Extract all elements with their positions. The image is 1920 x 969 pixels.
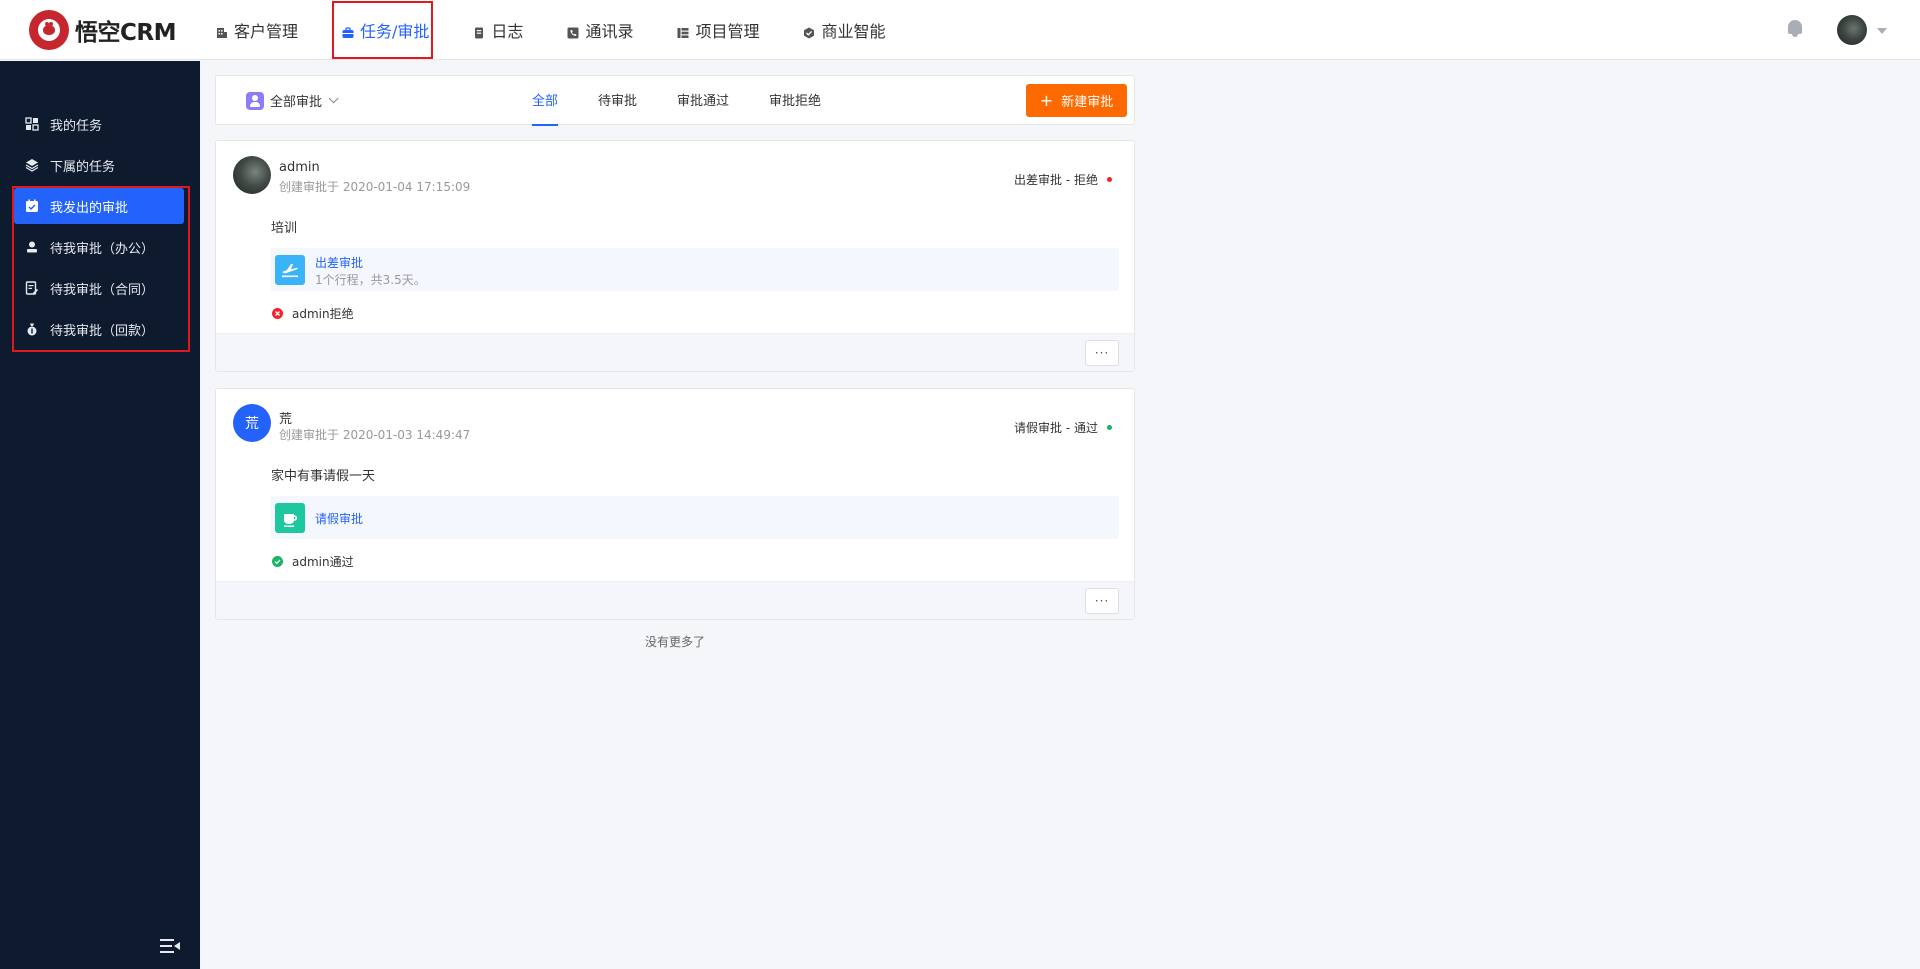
collapse-sidebar-icon[interactable] bbox=[160, 939, 180, 953]
related-title-link[interactable]: 请假审批 bbox=[315, 510, 363, 527]
bell-icon[interactable] bbox=[1787, 20, 1803, 38]
bi-icon bbox=[803, 24, 815, 39]
nav-label: 项目管理 bbox=[695, 22, 760, 41]
related-subtitle: 1个行程，共3.5天。 bbox=[315, 273, 426, 287]
building-icon bbox=[216, 24, 228, 38]
related-approval-item[interactable]: 出差审批 1个行程，共3.5天。 bbox=[271, 248, 1119, 291]
nav-label: 商业智能 bbox=[821, 22, 886, 41]
project-icon bbox=[677, 24, 689, 38]
approval-content: 培训 bbox=[271, 221, 298, 236]
top-navbar: 悟空CRM 客户管理 任务/审批 日志 通讯录 项目管理 商业智能 bbox=[0, 0, 1920, 60]
grid-icon bbox=[25, 117, 39, 131]
nav-item-bi[interactable]: 商业智能 bbox=[799, 0, 889, 60]
sidebar-item-pending-payment[interactable]: 待我审批（回款） bbox=[14, 311, 184, 347]
sidebar-item-my-approvals[interactable]: 我发出的审批 bbox=[14, 188, 184, 224]
avatar bbox=[233, 156, 271, 194]
result-text: admin通过 bbox=[292, 555, 354, 569]
sidebar-item-pending-contract[interactable]: 待我审批（合同） bbox=[14, 270, 184, 306]
approval-card: admin 创建审批于 2020-01-04 17:15:09 出差审批 - 拒… bbox=[215, 140, 1135, 372]
plus-icon: + bbox=[1039, 90, 1054, 110]
scope-dropdown[interactable]: 全部审批 bbox=[246, 91, 339, 110]
sidebar-item-label: 下属的任务 bbox=[50, 159, 116, 175]
approval-result: admin通过 bbox=[272, 553, 354, 570]
sidebar-item-label: 我发出的审批 bbox=[50, 200, 129, 216]
more-actions-button[interactable]: ··· bbox=[1085, 340, 1119, 366]
result-text: admin拒绝 bbox=[292, 307, 354, 321]
sidebar-item-label: 待我审批（合同） bbox=[50, 282, 155, 298]
approval-result: admin拒绝 bbox=[272, 305, 354, 322]
sidebar-item-my-tasks[interactable]: 我的任务 bbox=[14, 106, 184, 142]
approval-filter-bar: 全部审批 全部 待审批 审批通过 审批拒绝 + 新建审批 bbox=[215, 75, 1135, 126]
sidebar-item-subordinate-tasks[interactable]: 下属的任务 bbox=[14, 147, 184, 183]
no-more-text: 没有更多了 bbox=[644, 635, 705, 649]
nav-item-tasks-approvals[interactable]: 任务/审批 bbox=[338, 0, 433, 60]
check-circle-icon bbox=[272, 556, 283, 567]
briefcase-icon bbox=[342, 24, 354, 38]
user-avatar[interactable] bbox=[1837, 15, 1867, 45]
coffee-cup-icon bbox=[275, 503, 305, 533]
tab-pending[interactable]: 待审批 bbox=[598, 76, 637, 126]
nav-label: 通讯录 bbox=[585, 22, 634, 41]
tab-all[interactable]: 全部 bbox=[532, 76, 559, 126]
sidebar-item-label: 待我审批（办公） bbox=[50, 241, 155, 257]
creator-name: admin bbox=[279, 160, 320, 175]
layers-icon bbox=[25, 158, 39, 172]
new-approval-button[interactable]: + 新建审批 bbox=[1026, 84, 1127, 117]
status-text: 出差审批 - 拒绝 bbox=[1014, 173, 1098, 187]
card-footer: ··· bbox=[216, 581, 1134, 619]
sidebar-item-label: 待我审批（回款） bbox=[50, 323, 155, 339]
approval-content: 家中有事请假一天 bbox=[271, 469, 376, 484]
chevron-down-icon[interactable] bbox=[1877, 28, 1887, 34]
nav-label: 日志 bbox=[491, 22, 524, 41]
tab-approved[interactable]: 审批通过 bbox=[677, 76, 729, 126]
status-badge: 请假审批 - 通过 bbox=[1014, 419, 1112, 436]
contract-icon bbox=[25, 281, 39, 295]
user-icon bbox=[246, 91, 264, 110]
nav-label: 客户管理 bbox=[234, 22, 299, 41]
calendar-check-icon bbox=[25, 199, 39, 213]
airplane-icon bbox=[275, 255, 305, 285]
related-title-link[interactable]: 出差审批 bbox=[315, 254, 363, 271]
sidebar-item-label: 我的任务 bbox=[50, 118, 103, 134]
person-stamp-icon bbox=[25, 240, 39, 254]
nav-label: 任务/审批 bbox=[360, 22, 430, 41]
created-time: 创建审批于 2020-01-03 14:49:47 bbox=[279, 428, 471, 442]
nav-item-contacts[interactable]: 通讯录 bbox=[563, 0, 637, 60]
card-footer: ··· bbox=[216, 333, 1134, 371]
approval-card: 荒 荒 创建审批于 2020-01-03 14:49:47 请假审批 - 通过 … bbox=[215, 388, 1135, 620]
logo-text: 悟空CRM bbox=[75, 20, 176, 46]
money-bag-icon bbox=[25, 322, 39, 336]
new-approval-label: 新建审批 bbox=[1061, 95, 1114, 110]
monkey-logo-icon bbox=[29, 10, 69, 50]
reject-x-icon bbox=[272, 308, 283, 319]
status-badge: 出差审批 - 拒绝 bbox=[1014, 171, 1112, 188]
nav-item-customers[interactable]: 客户管理 bbox=[212, 0, 302, 60]
status-text: 请假审批 - 通过 bbox=[1014, 421, 1098, 435]
creator-name: 荒 bbox=[279, 412, 293, 427]
avatar: 荒 bbox=[233, 404, 271, 442]
app-logo[interactable]: 悟空CRM bbox=[29, 10, 176, 50]
nav-item-projects[interactable]: 项目管理 bbox=[673, 0, 763, 60]
scope-label: 全部审批 bbox=[270, 95, 323, 110]
status-tabs: 全部 待审批 审批通过 审批拒绝 bbox=[532, 76, 861, 126]
contacts-icon bbox=[567, 24, 579, 39]
nav-item-journal[interactable]: 日志 bbox=[469, 0, 527, 60]
created-time: 创建审批于 2020-01-04 17:15:09 bbox=[279, 180, 471, 194]
status-dot-icon bbox=[1107, 177, 1112, 182]
related-approval-item[interactable]: 请假审批 bbox=[271, 496, 1119, 539]
sidebar: 我的任务 下属的任务 我发出的审批 待我审批（办公） 待我审批（合同） 待我审批… bbox=[0, 61, 200, 969]
status-dot-icon bbox=[1107, 425, 1112, 430]
chevron-down-icon bbox=[328, 93, 339, 104]
sidebar-item-pending-office[interactable]: 待我审批（办公） bbox=[14, 229, 184, 265]
main-nav: 客户管理 任务/审批 日志 通讯录 项目管理 商业智能 bbox=[212, 0, 925, 60]
tab-rejected[interactable]: 审批拒绝 bbox=[769, 76, 821, 126]
more-actions-button[interactable]: ··· bbox=[1085, 588, 1119, 614]
journal-icon bbox=[473, 24, 485, 39]
